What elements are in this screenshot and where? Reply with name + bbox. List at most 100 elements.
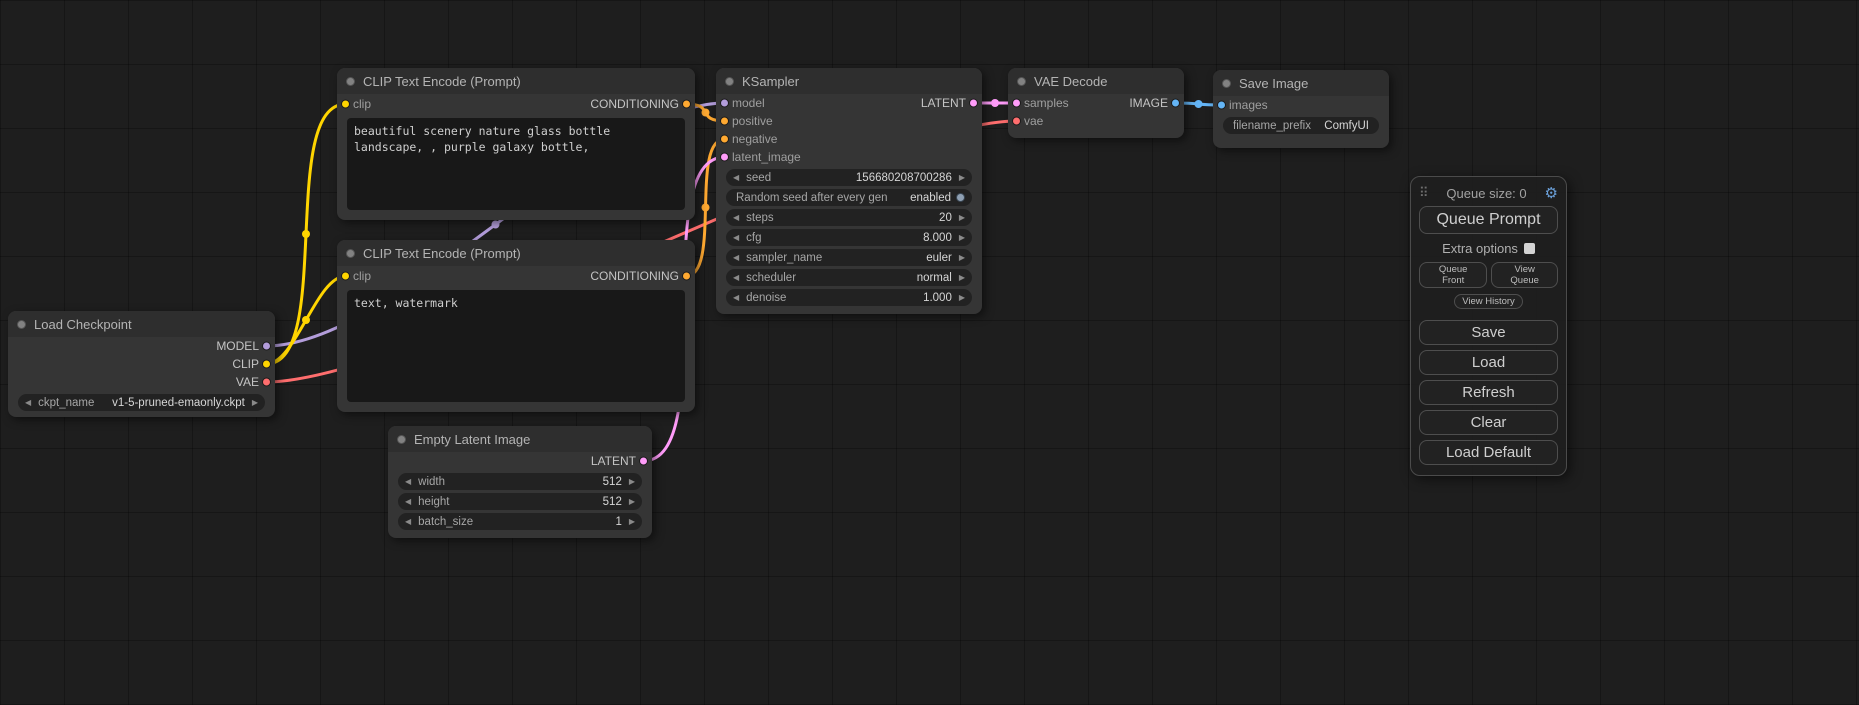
toggle-knob-icon[interactable] — [956, 193, 965, 202]
load-button[interactable]: Load — [1419, 350, 1558, 375]
sampler-name-widget[interactable]: ◀ sampler_name euler ▶ — [726, 249, 972, 266]
clip-output-port[interactable] — [262, 360, 271, 369]
node-clip-text-encode-negative[interactable]: CLIP Text Encode (Prompt) clip CONDITION… — [337, 240, 695, 412]
denoise-widget[interactable]: ◀ denoise 1.000 ▶ — [726, 289, 972, 306]
model-input-port[interactable] — [720, 99, 729, 108]
load-default-button[interactable]: Load Default — [1419, 440, 1558, 465]
increment-arrow-icon[interactable]: ▶ — [959, 214, 965, 222]
decrement-arrow-icon[interactable]: ◀ — [405, 478, 411, 486]
seed-widget[interactable]: ◀ seed 156680208700286 ▶ — [726, 169, 972, 186]
width-widget[interactable]: ◀ width 512 ▶ — [398, 473, 642, 490]
samples-input-port[interactable] — [1012, 99, 1021, 108]
steps-widget[interactable]: ◀ steps 20 ▶ — [726, 209, 972, 226]
increment-arrow-icon[interactable]: ▶ — [629, 478, 635, 486]
extra-options-checkbox[interactable] — [1524, 243, 1535, 254]
cfg-widget[interactable]: ◀ cfg 8.000 ▶ — [726, 229, 972, 246]
node-title-bar[interactable]: Save Image — [1213, 70, 1389, 96]
decrement-arrow-icon[interactable]: ◀ — [733, 234, 739, 242]
vae-output-port[interactable] — [262, 378, 271, 387]
widget-value: 8.000 — [923, 232, 952, 244]
node-title-bar[interactable]: Load Checkpoint — [8, 311, 275, 337]
slot-label: vae — [1024, 114, 1043, 128]
collapse-toggle-icon[interactable] — [17, 320, 26, 329]
output-slot-clip: CLIP — [8, 355, 275, 373]
view-history-button[interactable]: View History — [1454, 294, 1523, 309]
widget-label: denoise — [746, 292, 786, 304]
decrement-arrow-icon[interactable]: ◀ — [733, 274, 739, 282]
node-title-bar[interactable]: Empty Latent Image — [388, 426, 652, 452]
height-widget[interactable]: ◀ height 512 ▶ — [398, 493, 642, 510]
node-empty-latent-image[interactable]: Empty Latent Image LATENT ◀ width 512 ▶ … — [388, 426, 652, 538]
collapse-toggle-icon[interactable] — [346, 77, 355, 86]
slot-label: images — [1229, 98, 1268, 112]
slot-label: CONDITIONING — [590, 269, 679, 283]
image-output-port[interactable] — [1171, 99, 1180, 108]
collapse-toggle-icon[interactable] — [1017, 77, 1026, 86]
clear-button[interactable]: Clear — [1419, 410, 1558, 435]
node-title: Save Image — [1239, 76, 1308, 91]
queue-size-label: Queue size: 0 — [1429, 186, 1545, 201]
increment-arrow-icon[interactable]: ▶ — [252, 399, 258, 407]
increment-arrow-icon[interactable]: ▶ — [959, 254, 965, 262]
refresh-button[interactable]: Refresh — [1419, 380, 1558, 405]
scheduler-widget[interactable]: ◀ scheduler normal ▶ — [726, 269, 972, 286]
decrement-arrow-icon[interactable]: ◀ — [733, 294, 739, 302]
slot-row-latent-image: latent_image — [716, 148, 982, 166]
collapse-toggle-icon[interactable] — [397, 435, 406, 444]
node-title-bar[interactable]: CLIP Text Encode (Prompt) — [337, 68, 695, 94]
control-panel[interactable]: ⠿ Queue size: 0 ⚙ Queue Prompt Extra opt… — [1410, 176, 1567, 476]
decrement-arrow-icon[interactable]: ◀ — [733, 214, 739, 222]
increment-arrow-icon[interactable]: ▶ — [629, 518, 635, 526]
random-seed-toggle-widget[interactable]: Random seed after every gen enabled — [726, 189, 972, 206]
vae-input-port[interactable] — [1012, 117, 1021, 126]
increment-arrow-icon[interactable]: ▶ — [959, 294, 965, 302]
images-input-port[interactable] — [1217, 101, 1226, 110]
positive-prompt-textarea[interactable]: beautiful scenery nature glass bottle la… — [347, 118, 685, 210]
node-clip-text-encode-positive[interactable]: CLIP Text Encode (Prompt) clip CONDITION… — [337, 68, 695, 220]
save-button[interactable]: Save — [1419, 320, 1558, 345]
slot-row-positive: positive — [716, 112, 982, 130]
increment-arrow-icon[interactable]: ▶ — [959, 174, 965, 182]
increment-arrow-icon[interactable]: ▶ — [959, 234, 965, 242]
node-load-checkpoint[interactable]: Load Checkpoint MODEL CLIP VAE ◀ ckpt_na… — [8, 311, 275, 417]
node-ksampler[interactable]: KSampler model LATENT positive negative … — [716, 68, 982, 314]
slot-label: negative — [732, 132, 777, 146]
node-title-bar[interactable]: VAE Decode — [1008, 68, 1184, 94]
ckpt-name-widget[interactable]: ◀ ckpt_name v1-5-pruned-emaonly.ckpt ▶ — [18, 394, 265, 411]
collapse-toggle-icon[interactable] — [725, 77, 734, 86]
node-title-bar[interactable]: KSampler — [716, 68, 982, 94]
conditioning-output-port[interactable] — [682, 100, 691, 109]
collapse-toggle-icon[interactable] — [1222, 79, 1231, 88]
latent-image-input-port[interactable] — [720, 153, 729, 162]
batch-size-widget[interactable]: ◀ batch_size 1 ▶ — [398, 513, 642, 530]
collapse-toggle-icon[interactable] — [346, 249, 355, 258]
clip-input-port[interactable] — [341, 272, 350, 281]
queue-prompt-button[interactable]: Queue Prompt — [1419, 206, 1558, 234]
decrement-arrow-icon[interactable]: ◀ — [405, 518, 411, 526]
clip-input-port[interactable] — [341, 100, 350, 109]
node-title-bar[interactable]: CLIP Text Encode (Prompt) — [337, 240, 695, 266]
queue-front-button[interactable]: Queue Front — [1419, 262, 1487, 288]
node-vae-decode[interactable]: VAE Decode samples IMAGE vae — [1008, 68, 1184, 138]
decrement-arrow-icon[interactable]: ◀ — [733, 254, 739, 262]
increment-arrow-icon[interactable]: ▶ — [959, 274, 965, 282]
decrement-arrow-icon[interactable]: ◀ — [733, 174, 739, 182]
positive-input-port[interactable] — [720, 117, 729, 126]
increment-arrow-icon[interactable]: ▶ — [629, 498, 635, 506]
settings-gear-icon[interactable]: ⚙ — [1545, 186, 1558, 201]
negative-prompt-textarea[interactable]: text, watermark — [347, 290, 685, 402]
output-slot-vae: VAE — [8, 373, 275, 391]
filename-prefix-widget[interactable]: filename_prefix ComfyUI — [1223, 117, 1379, 134]
decrement-arrow-icon[interactable]: ◀ — [405, 498, 411, 506]
model-output-port[interactable] — [262, 342, 271, 351]
latent-output-port[interactable] — [639, 457, 648, 466]
negative-input-port[interactable] — [720, 135, 729, 144]
decrement-arrow-icon[interactable]: ◀ — [25, 399, 31, 407]
view-queue-button[interactable]: View Queue — [1491, 262, 1558, 288]
widget-value: 20 — [939, 212, 952, 224]
node-save-image[interactable]: Save Image images filename_prefix ComfyU… — [1213, 70, 1389, 148]
comfyui-canvas[interactable]: { "colors": { "MODEL": "#B39DDB", "CLIP"… — [0, 0, 1859, 705]
conditioning-output-port[interactable] — [682, 272, 691, 281]
latent-output-port[interactable] — [969, 99, 978, 108]
drag-handle-icon[interactable]: ⠿ — [1419, 185, 1429, 201]
